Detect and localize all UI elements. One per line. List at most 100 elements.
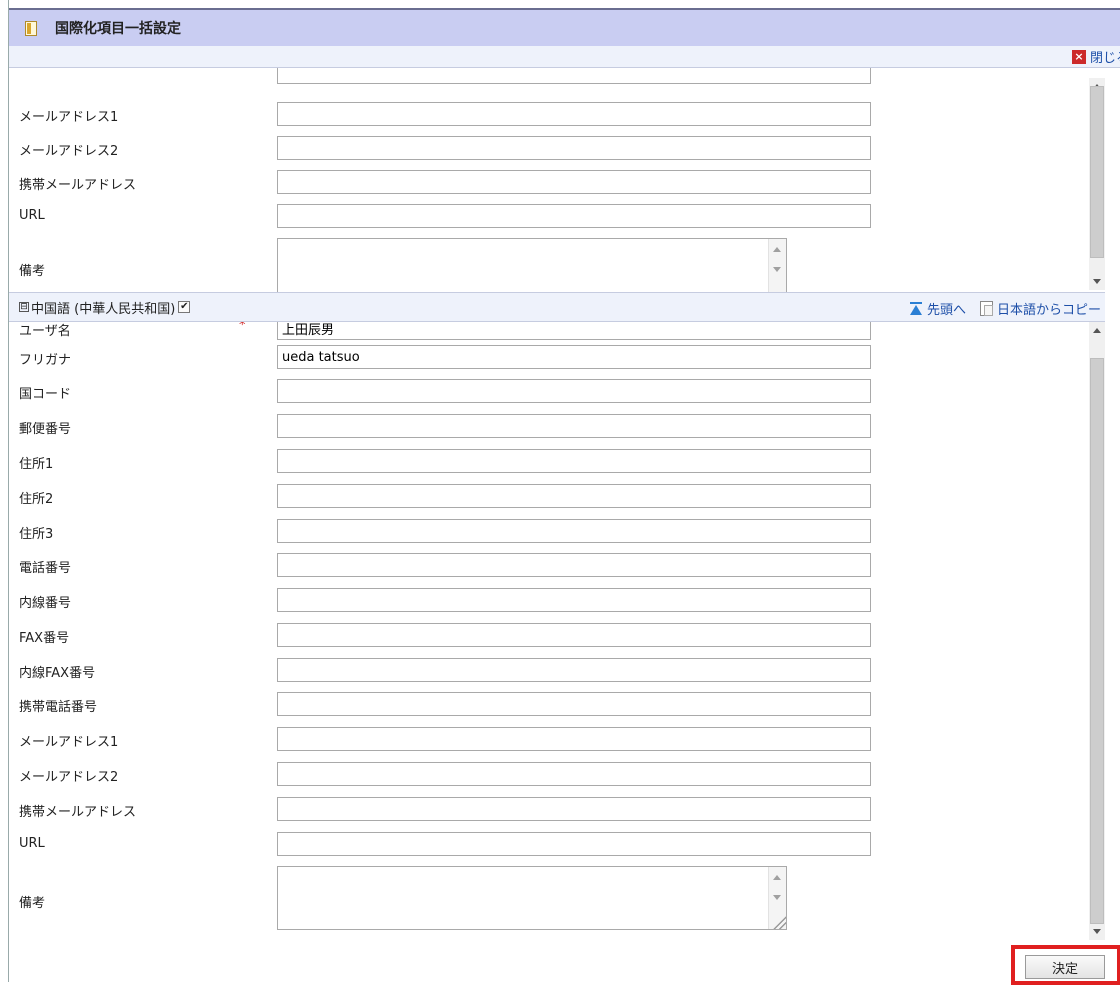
email2-field[interactable]: [277, 136, 871, 160]
close-bar: × 閉じる: [9, 46, 1120, 68]
url-field[interactable]: [277, 832, 871, 856]
section-header-chinese: ⊟ 中国語 (中華人民共和国) ✔ 先頭へ 日本語からコピー: [9, 292, 1105, 322]
mobile-email-field[interactable]: [277, 797, 871, 821]
field-label: フリガナ: [19, 353, 72, 368]
form-row: 携帯メールアドレス: [9, 797, 889, 821]
remarks-textarea[interactable]: [277, 866, 787, 930]
field-label: メールアドレス1: [19, 110, 119, 125]
email1-field[interactable]: [277, 102, 871, 126]
ok-button[interactable]: 決定: [1025, 955, 1105, 979]
copy-icon[interactable]: [979, 301, 993, 316]
user-name-field[interactable]: [277, 322, 871, 340]
field-label: URL: [19, 836, 45, 851]
section-checkbox[interactable]: ✔: [178, 301, 191, 313]
collapse-toggle[interactable]: ⊟: [19, 302, 29, 312]
partial-field[interactable]: [277, 68, 871, 84]
go-top-link[interactable]: 先頭へ: [927, 299, 966, 318]
form-row: 住所2: [9, 484, 889, 508]
scroll-up-icon[interactable]: [1093, 328, 1101, 333]
scroll-up-icon[interactable]: [773, 875, 781, 880]
form-row-partial: ユーザ名 *: [9, 322, 889, 340]
form-row: URL: [9, 832, 889, 856]
copy-from-japanese-link[interactable]: 日本語からコピー: [997, 299, 1101, 318]
form-row: メールアドレス2: [9, 762, 889, 786]
field-label: FAX番号: [19, 631, 70, 646]
resize-grip-icon[interactable]: [770, 913, 786, 929]
field-label: 備考: [19, 264, 46, 279]
close-icon: ×: [1071, 49, 1086, 64]
field-label: ユーザ名: [19, 324, 71, 339]
address1-field[interactable]: [277, 449, 871, 473]
scrollbar-thumb[interactable]: [1090, 358, 1104, 924]
field-label: 住所1: [19, 457, 54, 472]
url-field[interactable]: [277, 204, 871, 228]
postal-code-field[interactable]: [277, 414, 871, 438]
field-label: メールアドレス2: [19, 144, 119, 159]
close-label: 閉じる: [1089, 51, 1120, 66]
lower-scrollbar[interactable]: [1089, 322, 1105, 940]
close-button[interactable]: × 閉じる: [1071, 47, 1120, 66]
dialog-title-bar: 国際化項目一括設定: [9, 8, 1120, 46]
email2-field[interactable]: [277, 762, 871, 786]
scrollbar-thumb[interactable]: [1090, 86, 1104, 258]
extension-field[interactable]: [277, 588, 871, 612]
remarks-textarea[interactable]: [277, 238, 787, 292]
field-label: 内線FAX番号: [19, 666, 96, 681]
field-label: メールアドレス2: [19, 770, 119, 785]
field-label: 携帯メールアドレス: [19, 178, 137, 193]
form-row: 住所1: [9, 449, 889, 473]
scroll-down-icon[interactable]: [773, 895, 781, 900]
mobile-email-field[interactable]: [277, 170, 871, 194]
phone-field[interactable]: [277, 553, 871, 577]
form-row: 住所3: [9, 519, 889, 543]
form-row: メールアドレス1: [9, 102, 889, 126]
field-label: 住所3: [19, 527, 54, 542]
form-row: 内線番号: [9, 588, 889, 612]
form-row: 携帯メールアドレス: [9, 170, 889, 194]
address3-field[interactable]: [277, 519, 871, 543]
section-title: 中国語 (中華人民共和国): [31, 301, 176, 317]
form-row: メールアドレス2: [9, 136, 889, 160]
required-mark: *: [239, 322, 246, 333]
field-label: URL: [19, 208, 45, 223]
fax-field[interactable]: [277, 623, 871, 647]
lower-form-scroll: ユーザ名 * フリガナ 国コード 郵便番号 住所1 住所2 住所3: [9, 322, 1105, 942]
dialog-title: 国際化項目一括設定: [55, 21, 181, 37]
form-row: 内線FAX番号: [9, 658, 889, 682]
i18n-bulk-settings-dialog: 国際化項目一括設定 × 閉じる メールアドレス1 メールアドレス2 携帯メールア…: [8, 0, 1120, 982]
field-label: 郵便番号: [19, 422, 72, 437]
country-code-field[interactable]: [277, 379, 871, 403]
book-icon: [25, 20, 37, 36]
scroll-down-icon[interactable]: [1093, 279, 1101, 284]
upper-form-scroll: メールアドレス1 メールアドレス2 携帯メールアドレス URL 備考: [9, 68, 1105, 292]
field-label: 住所2: [19, 492, 54, 507]
form-row: フリガナ: [9, 345, 889, 369]
field-label: 内線番号: [19, 596, 72, 611]
form-row: URL: [9, 204, 889, 228]
field-label: 携帯メールアドレス: [19, 805, 137, 820]
scroll-up-icon[interactable]: [773, 247, 781, 252]
field-label: 携帯電話番号: [19, 700, 98, 715]
highlight-box: 決定: [1011, 945, 1120, 985]
scroll-down-icon[interactable]: [773, 267, 781, 272]
textarea-scrollbar[interactable]: [768, 239, 786, 292]
extension-fax-field[interactable]: [277, 658, 871, 682]
field-label: メールアドレス1: [19, 735, 119, 750]
form-row: 携帯電話番号: [9, 692, 889, 716]
form-row: FAX番号: [9, 623, 889, 647]
form-row: 国コード: [9, 379, 889, 403]
mobile-phone-field[interactable]: [277, 692, 871, 716]
email1-field[interactable]: [277, 727, 871, 751]
form-row: 電話番号: [9, 553, 889, 577]
field-label: 電話番号: [19, 561, 72, 576]
address2-field[interactable]: [277, 484, 871, 508]
field-label: 国コード: [19, 387, 72, 402]
upper-scrollbar[interactable]: [1089, 78, 1105, 290]
form-row-partial: [9, 68, 889, 84]
furigana-field[interactable]: [277, 345, 871, 369]
section-actions: 先頭へ 日本語からコピー: [909, 299, 1101, 318]
field-label: 備考: [19, 896, 46, 911]
arrow-top-icon[interactable]: [909, 301, 923, 316]
form-row: メールアドレス1: [9, 727, 889, 751]
scroll-down-icon[interactable]: [1093, 929, 1101, 934]
